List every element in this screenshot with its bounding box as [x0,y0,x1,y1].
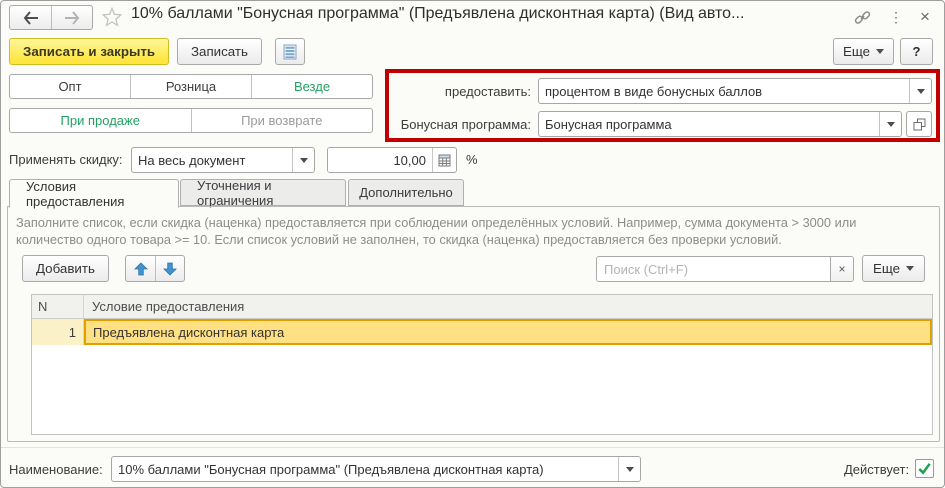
arrow-right-icon [65,10,80,25]
checkmark-icon [918,463,931,475]
column-header-condition: Условие предоставления [92,299,245,314]
bonus-program-combobox[interactable] [538,111,902,137]
conditions-table: N Условие предоставления 1 Предъявлена д… [31,294,933,435]
table-header-row: N Условие предоставления [32,295,932,319]
register-records-button[interactable] [275,38,305,65]
scope-toggle: Опт Розница Везде [9,74,373,99]
apply-discount-combobox[interactable] [131,147,315,173]
help-button[interactable]: ? [900,38,933,65]
page-title: 10% баллами "Бонусная программа" (Предъя… [131,5,745,22]
active-label: Действует: [844,462,910,477]
move-down-button[interactable] [155,256,184,281]
row-number-cell: 1 [32,319,84,345]
condition-cell-selected[interactable]: Предъявлена дисконтная карта [84,319,932,345]
name-dropdown-button[interactable] [618,457,640,481]
conditions-hint-text: Заполните список, если скидка (наценка) … [16,215,857,247]
tab-additional[interactable]: Дополнительно [348,179,464,206]
add-condition-button[interactable]: Добавить [22,255,109,282]
chevron-down-icon [906,266,915,271]
move-up-button[interactable] [126,256,155,281]
discount-percent-input[interactable] [328,148,432,172]
apply-discount-value-input[interactable] [132,148,292,172]
search-clear-button[interactable]: × [830,257,853,281]
name-value-input[interactable] [112,457,618,481]
bonus-program-label: Бонусная программа: [400,116,531,132]
name-combobox[interactable] [111,456,641,482]
calculator-button[interactable] [432,148,456,172]
apply-discount-dropdown-button[interactable] [292,148,314,172]
search-input[interactable] [597,257,830,281]
bonus-program-open-button[interactable] [906,111,932,137]
nav-history-group [9,5,93,30]
discount-card-form-window: 10% баллами "Бонусная программа" (Предъя… [0,0,945,488]
discount-percent-field[interactable] [327,147,457,173]
chevron-down-icon [299,157,308,163]
list-more-button[interactable]: Еще [862,255,925,282]
chevron-down-icon [916,88,925,94]
bonus-program-dropdown-button[interactable] [879,112,901,136]
reorder-buttons-group [125,255,185,282]
open-in-window-icon [913,118,925,130]
name-label: Наименование: [9,462,103,477]
bonus-program-field-row: Бонусная программа: [393,111,932,137]
chevron-down-icon [886,121,895,127]
save-and-close-button[interactable]: Записать и закрыть [9,38,170,65]
conditions-tab-panel: Заполните список, если скидка (наценка) … [7,206,940,442]
favorite-star-icon[interactable] [101,6,123,28]
moment-toggle: При продаже При возврате [9,108,373,133]
get-link-icon[interactable] [853,8,871,26]
register-list-icon [283,44,297,59]
moment-option-sale-selected[interactable]: При продаже [10,109,191,132]
forward-button[interactable] [51,6,92,29]
chevron-down-icon [876,49,885,54]
provide-value-input[interactable] [539,79,909,103]
provide-label: предоставить: [444,83,531,99]
moment-option-return[interactable]: При возврате [190,109,373,132]
provide-dropdown-button[interactable] [909,79,931,103]
arrow-up-icon [133,261,148,275]
save-button[interactable]: Записать [177,38,262,65]
table-row[interactable]: 1 Предъявлена дисконтная карта [32,319,932,345]
back-button[interactable] [10,6,51,29]
footer-separator [1,447,944,448]
tab-clarifications[interactable]: Уточнения и ограничения [180,178,346,208]
percent-sign-label: % [466,152,478,167]
search-field-group: × [596,256,854,282]
apply-discount-label: Применять скидку: [9,152,123,167]
scope-option-roznitsa[interactable]: Розница [130,75,251,98]
form-more-button[interactable]: Еще [833,38,894,65]
column-header-n: N [32,295,84,318]
bonus-program-value-input[interactable] [539,112,879,136]
provide-combobox[interactable] [538,78,932,104]
calculator-icon [438,154,451,166]
arrow-down-icon [163,262,177,276]
chevron-down-icon [625,466,634,472]
scope-option-vezde-selected[interactable]: Везде [251,75,372,98]
active-checkbox-checked[interactable] [915,459,934,478]
arrow-left-icon [23,10,38,25]
window-menu-kebab-icon[interactable]: ⋮ [887,8,905,26]
scope-option-opt[interactable]: Опт [10,75,130,98]
close-icon[interactable]: × [916,7,934,26]
provide-field-row: предоставить: [393,78,932,104]
tab-conditions[interactable]: Условия предоставления [9,179,179,209]
highlight-frame: предоставить: Бонусная программа: [385,69,940,142]
title-bar: 10% баллами "Бонусная программа" (Предъя… [1,1,944,32]
